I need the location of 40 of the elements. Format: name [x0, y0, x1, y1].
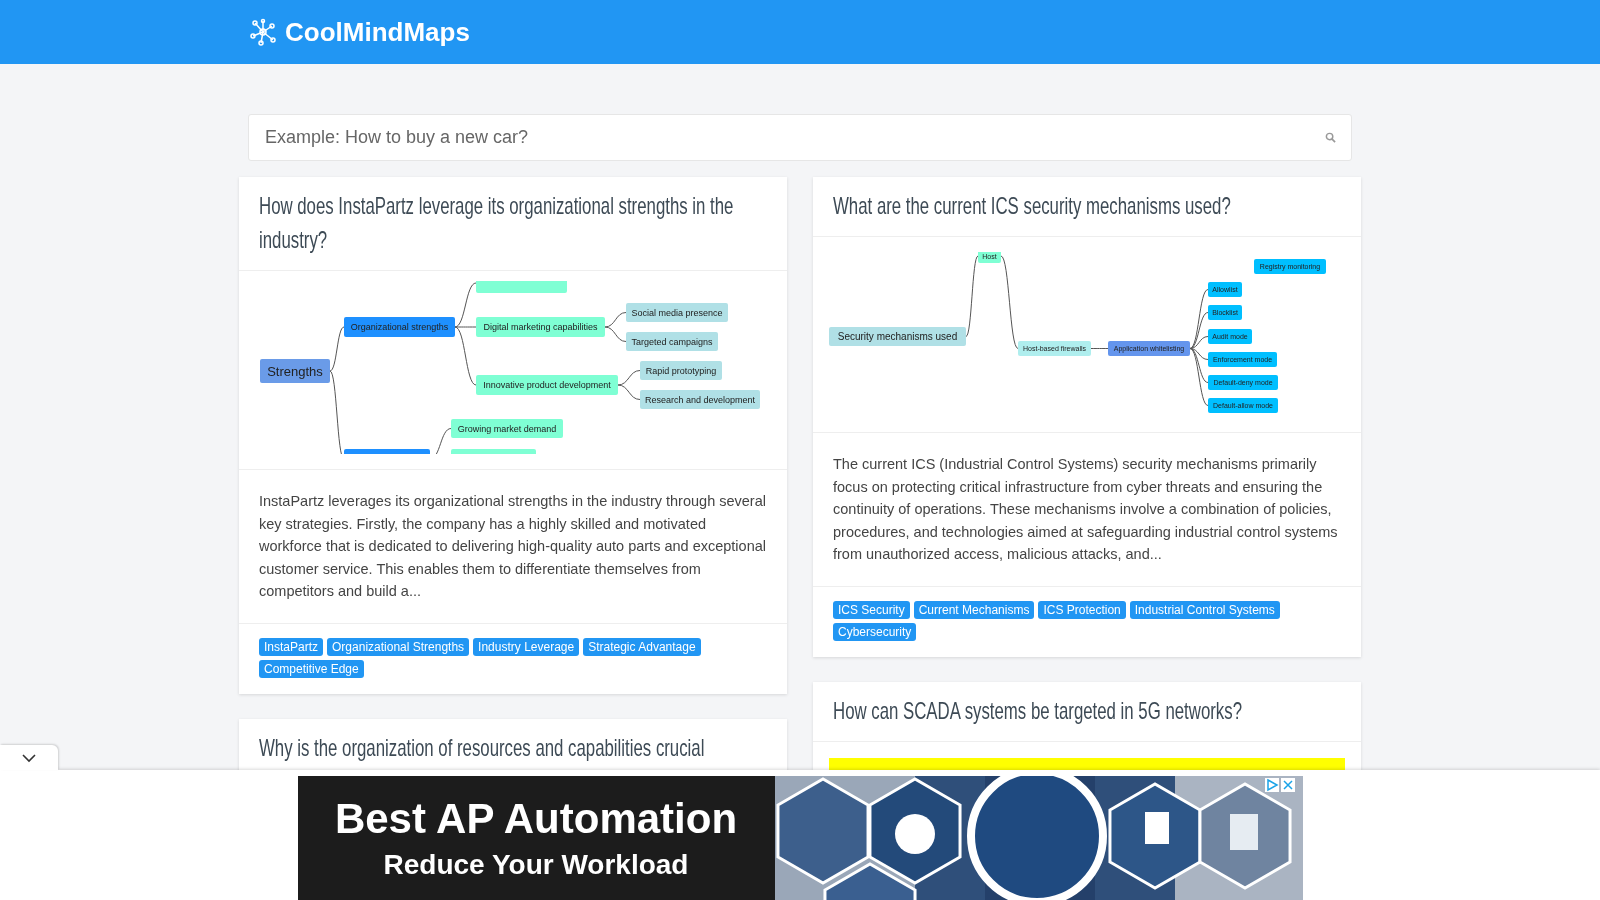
- mindmap-node: Research and development: [640, 390, 760, 409]
- card-title[interactable]: How does InstaPartz leverage its organizational strengths in the industry?: [259, 189, 768, 257]
- tag[interactable]: Organizational Strengths: [327, 637, 470, 656]
- connector-line: [617, 370, 641, 386]
- tag[interactable]: Industry Leverage: [473, 637, 580, 656]
- mindmap-node: Rapid prototyping: [640, 361, 722, 380]
- tag[interactable]: Competitive Edge: [259, 659, 364, 678]
- tag[interactable]: Industrial Control Systems: [1129, 600, 1280, 619]
- collapse-button[interactable]: [0, 745, 58, 770]
- connector-line: [1090, 348, 1109, 349]
- card-title[interactable]: What are the current ICS security mechanisms used?: [833, 189, 1342, 223]
- card-title[interactable]: How can SCADA systems be targeted in 5G networks?: [833, 693, 1342, 728]
- mindmap-node: Innovative product development: [476, 375, 618, 395]
- mindmap-node: Growing market demand: [451, 419, 563, 438]
- ad-banner[interactable]: Best AP Automation Reduce Your Workload: [297, 776, 775, 900]
- card-description: The current ICS (Industrial Control Systems) security mechanisms primarily focus on protecting critical infrastructure from cyber threats and ensuring the continuity of operations. These mechanisms involve a combination of policies, procedures, and technologies aimed at safeguarding industrial control systems from unauthorized access, malicious attacks, and...: [813, 433, 1361, 587]
- mindmap-node: Digital marketing capabilities: [476, 317, 605, 337]
- tag[interactable]: Current Mechanisms: [913, 600, 1035, 619]
- connector-line: [604, 326, 627, 342]
- mindmap-node: Organizational strengths: [344, 317, 455, 337]
- site-logo[interactable]: CoolMindMaps: [285, 16, 470, 48]
- mindmap-logo-icon: [249, 18, 277, 46]
- chevron-down-icon: [21, 752, 37, 763]
- connector-line: [604, 312, 627, 328]
- tag[interactable]: ICS Protection: [1038, 600, 1126, 619]
- tag[interactable]: InstaPartz: [259, 637, 324, 656]
- card-description: InstaPartz leverages its organizational strengths in the industry through several key strategies. Firstly, the company has a highly skilled and motivated workforce that is dedicated to delivering high-quality auto parts and exceptional customer service. This enables them to differentiate themselves from competitors and build a...: [239, 470, 787, 624]
- ad-headline: Best AP Automation: [334, 795, 738, 843]
- search-icon[interactable]: [1325, 132, 1336, 143]
- mindmap-node: Targeted campaigns: [626, 332, 718, 351]
- tag[interactable]: Strategic Advantage: [583, 637, 701, 656]
- tag[interactable]: ICS Security: [833, 600, 910, 619]
- search-field[interactable]: Example: How to buy a new car?: [248, 114, 1352, 161]
- ad-subline: Reduce Your Workload: [383, 849, 689, 881]
- connector-line: [617, 384, 641, 400]
- mindmap-node: Strengths: [260, 359, 330, 383]
- mindmap-node: Social media presence: [626, 303, 728, 322]
- mindmap-node: Security mechanisms used: [829, 327, 966, 346]
- card-title[interactable]: Why is the organization of resources and capabilities crucial: [259, 730, 705, 765]
- tag[interactable]: Cybersecurity: [833, 622, 917, 641]
